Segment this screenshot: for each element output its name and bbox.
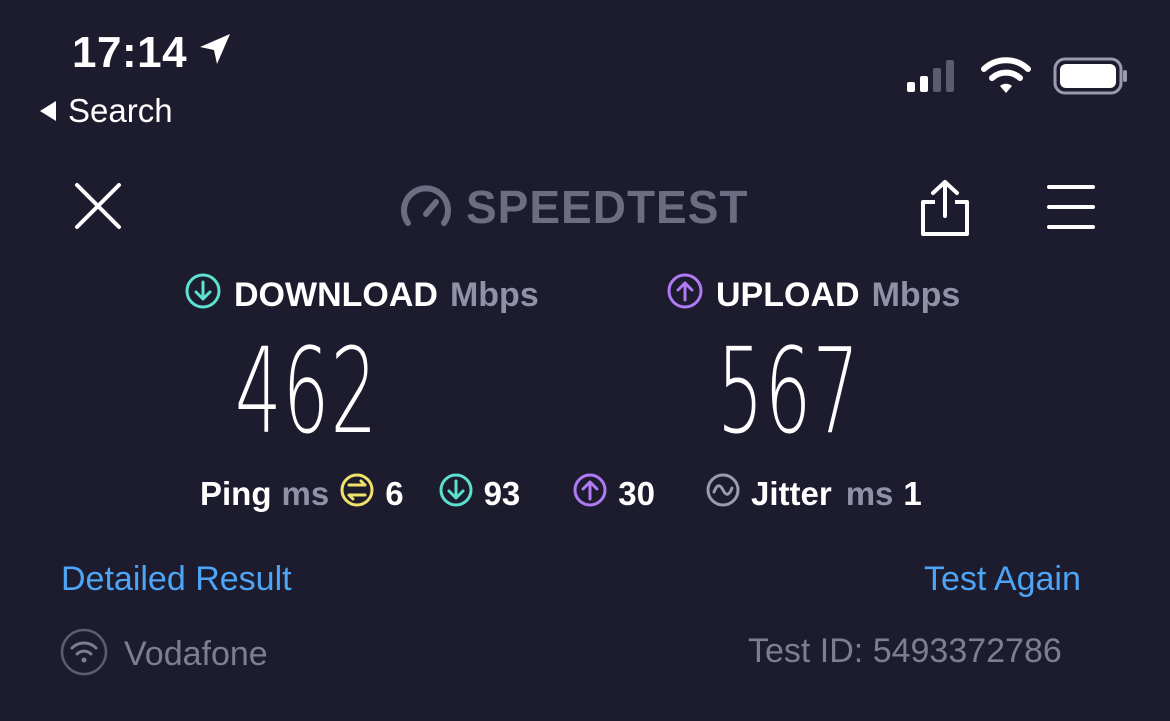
download-header: DOWNLOAD Mbps — [184, 272, 539, 319]
test-again-link[interactable]: Test Again — [924, 560, 1081, 599]
status-time: 17:14 — [72, 28, 233, 78]
close-icon — [72, 180, 124, 237]
menu-button[interactable] — [1046, 184, 1096, 235]
share-button[interactable] — [918, 178, 972, 243]
jitter-unit: ms — [845, 475, 894, 512]
provider-name: Vodafone — [124, 635, 268, 673]
jitter-group: Jitter ms 1 — [705, 472, 922, 516]
download-speed-value: 462 — [235, 322, 379, 460]
upload-arrow-icon — [666, 272, 704, 319]
brand-text: SPEEDTEST — [466, 181, 749, 233]
jitter-wave-icon — [705, 472, 741, 516]
test-id: Test ID: 5493372786 — [748, 632, 1062, 670]
ping-upload-group: 30 — [572, 472, 655, 516]
speedtest-logo: SPEEDTEST — [400, 180, 749, 234]
back-label: Search — [68, 92, 173, 129]
jitter-label: Jitter — [751, 475, 832, 512]
ping-upload-value: 30 — [618, 475, 655, 512]
clock: 17:14 — [72, 28, 188, 77]
hamburger-menu-icon — [1046, 184, 1096, 235]
wifi-provider-icon — [60, 628, 108, 681]
cellular-signal-icon — [905, 58, 959, 99]
back-triangle-icon — [38, 92, 58, 130]
ping-label: Ping — [200, 475, 272, 512]
upload-header: UPLOAD Mbps — [666, 272, 960, 319]
upload-speed-value: 567 — [717, 322, 861, 460]
speedometer-icon — [400, 183, 452, 232]
provider-info: Vodafone — [60, 628, 268, 681]
ping-unit: ms — [281, 475, 330, 512]
ping-download-group: 93 — [438, 472, 521, 516]
close-button[interactable] — [72, 180, 124, 237]
download-arrow-icon — [184, 272, 222, 319]
ping-group: Ping ms 6 — [200, 472, 404, 516]
upload-unit: Mbps — [871, 276, 961, 314]
jitter-value: 1 — [903, 475, 922, 512]
ping-idle-icon — [339, 472, 375, 516]
ping-upload-icon — [572, 472, 608, 516]
download-label: DOWNLOAD — [234, 276, 438, 314]
wifi-icon — [981, 57, 1031, 100]
back-to-search[interactable]: Search — [38, 92, 173, 130]
ping-download-value: 93 — [483, 475, 521, 512]
detailed-result-link[interactable]: Detailed Result — [61, 560, 292, 599]
upload-label: UPLOAD — [716, 276, 860, 314]
latency-stats: Ping ms 6 93 30 Jitter ms 1 — [200, 472, 922, 516]
download-unit: Mbps — [449, 276, 539, 314]
ping-download-icon — [438, 472, 474, 516]
share-icon — [918, 178, 972, 243]
location-arrow-icon — [197, 28, 233, 78]
ping-idle-value: 6 — [385, 475, 404, 512]
status-icons — [905, 56, 1129, 101]
battery-icon — [1053, 56, 1129, 101]
